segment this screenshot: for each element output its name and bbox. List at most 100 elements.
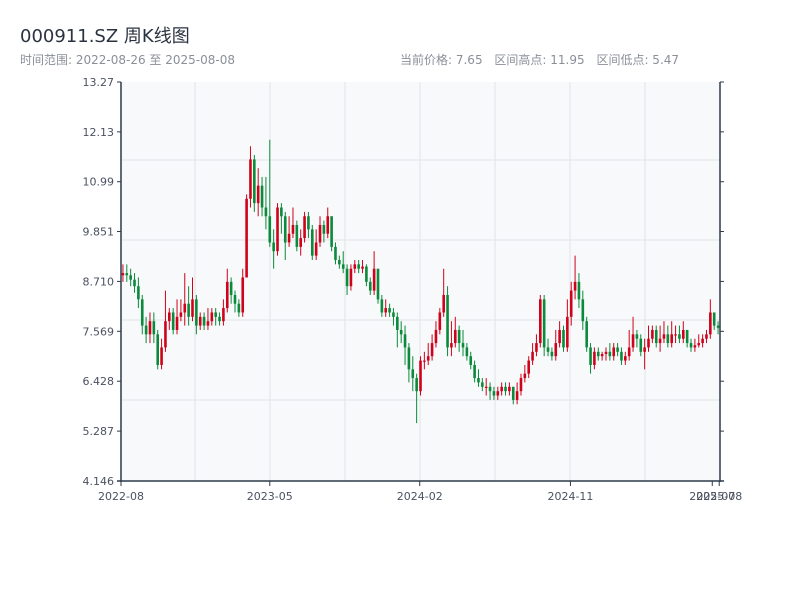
candle-body [712, 312, 716, 326]
candle-body [241, 277, 245, 313]
candle-body [430, 343, 434, 357]
candle-body [318, 224, 322, 243]
y-tick-label: 10.99 [83, 176, 115, 189]
candle-body [299, 238, 302, 247]
candle-body [322, 224, 326, 234]
candle-body [237, 303, 241, 313]
candle-body [515, 391, 519, 400]
candle [446, 286, 449, 357]
candle-body [214, 312, 217, 317]
candle-body [523, 373, 527, 379]
candle-body [492, 391, 496, 396]
candle-body [191, 299, 194, 317]
candle-body [160, 347, 163, 365]
candle-body [450, 343, 453, 348]
candle-body [291, 224, 295, 234]
y-tick-label: 6.428 [83, 375, 115, 388]
candle-body [171, 312, 175, 330]
candle-body [283, 216, 287, 243]
candle [295, 220, 299, 252]
candle-body [129, 275, 132, 280]
candle-body [465, 347, 469, 357]
candle-body [651, 329, 654, 339]
x-tick-label: 2024-11 [547, 490, 593, 503]
candle-body [229, 281, 233, 295]
candle-body [249, 159, 252, 199]
candle-body [496, 391, 500, 396]
candle-body [338, 259, 341, 265]
candle-body [133, 279, 136, 287]
candle-body [415, 378, 418, 392]
candle-body [175, 316, 179, 330]
candle-body [187, 303, 190, 317]
candle-body [589, 347, 592, 365]
candle-body [446, 294, 449, 348]
candle-body [689, 343, 693, 348]
candle [303, 211, 306, 243]
candle-body [225, 281, 229, 309]
candle-body [484, 386, 488, 389]
candle-body [183, 303, 187, 313]
candle-body [539, 299, 542, 344]
candle-body [573, 281, 577, 291]
candle-body [473, 364, 476, 379]
candle-body [144, 325, 148, 335]
candle-body [612, 347, 616, 357]
candle-body [511, 386, 515, 400]
candle-body [353, 264, 357, 269]
candle-body [349, 268, 353, 287]
y-tick-label: 7.569 [83, 325, 115, 338]
candle-body [260, 185, 264, 208]
candle-body [357, 264, 360, 269]
candle-body [426, 356, 430, 361]
candle-body [137, 286, 140, 300]
candle-body [276, 207, 279, 252]
candle-body [164, 321, 167, 348]
candle-body [307, 216, 310, 230]
candle-body [693, 345, 697, 348]
candle-body [674, 334, 677, 336]
candle-body [372, 268, 376, 291]
candle-body [488, 386, 492, 392]
candle-body [233, 294, 237, 304]
candle-body [121, 273, 125, 276]
candle-body [198, 316, 202, 326]
candle-body [396, 316, 399, 330]
candle-body [554, 343, 558, 357]
candle-body [616, 347, 619, 352]
candle-body [384, 308, 388, 313]
candle-body [419, 360, 422, 392]
candle [419, 356, 422, 396]
candle-body [527, 360, 531, 374]
x-tick-label: 2024-02 [397, 490, 443, 503]
candle-body [268, 216, 272, 243]
candle-body [380, 299, 384, 313]
candle-body [604, 351, 608, 355]
candle-body [272, 242, 275, 252]
candle-body [438, 312, 442, 330]
candle-body [152, 321, 156, 335]
candle-body [206, 321, 210, 326]
candle-body [535, 343, 538, 352]
candle-body [596, 351, 600, 357]
candle-body [585, 321, 588, 348]
candle-body [608, 351, 612, 357]
candle-body [643, 347, 646, 352]
candle-body [631, 334, 635, 348]
candle-body [581, 299, 585, 322]
candle-body [662, 334, 666, 339]
y-tick-label: 4.146 [83, 475, 115, 488]
candle [310, 224, 314, 260]
y-tick-label: 12.13 [83, 126, 115, 139]
candle-body [399, 329, 403, 335]
candle-body [600, 354, 604, 357]
candle-body [461, 343, 465, 348]
candle-body [685, 329, 689, 344]
y-tick-label: 9.851 [83, 226, 115, 239]
candle-body [326, 216, 330, 234]
candle-body [245, 198, 248, 278]
candle-body [620, 351, 623, 361]
candle-body [639, 338, 643, 352]
candle-body [388, 308, 391, 313]
candle-body [666, 334, 670, 344]
